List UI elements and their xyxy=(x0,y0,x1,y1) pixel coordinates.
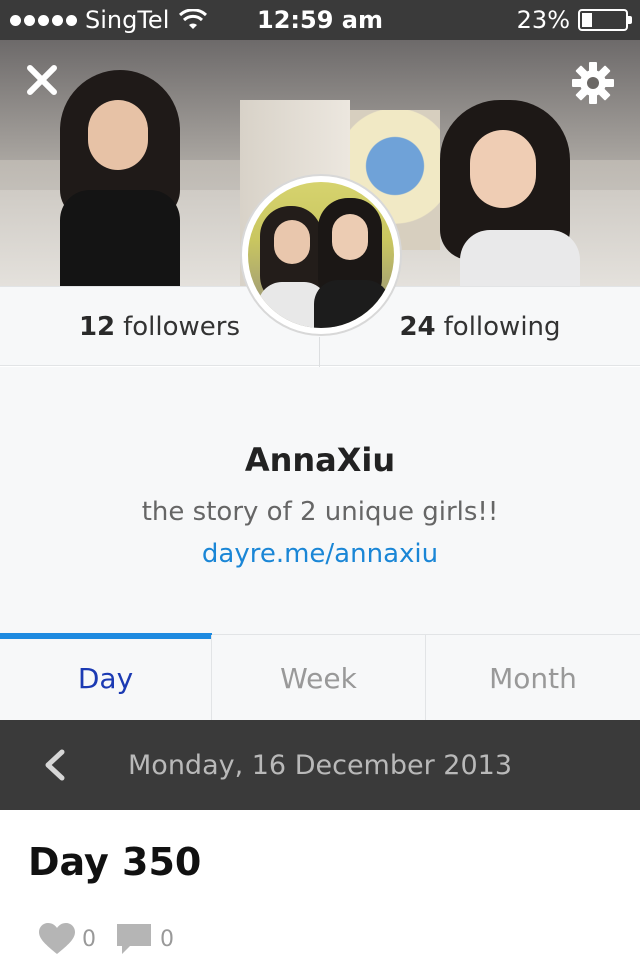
close-icon xyxy=(27,65,57,95)
battery-percent: 23% xyxy=(516,6,570,34)
bio: the story of 2 unique girls!! xyxy=(141,497,499,527)
tab-month[interactable]: Month xyxy=(426,635,640,721)
post-actions: 0 0 xyxy=(38,922,192,956)
post-title[interactable]: Day 350 xyxy=(28,840,201,884)
gear-icon xyxy=(572,62,614,104)
profile-link[interactable]: dayre.me/annaxiu xyxy=(0,539,640,569)
followers-label: followers xyxy=(123,312,241,342)
heart-icon xyxy=(39,923,75,954)
period-tabs: Day Week Month xyxy=(0,633,640,721)
following-count: 24 xyxy=(399,312,436,342)
like-button[interactable]: 0 xyxy=(38,922,96,956)
tab-day[interactable]: Day xyxy=(0,635,212,721)
comment-count: 0 xyxy=(160,926,174,952)
post-card: Day 350 0 0 xyxy=(0,810,640,960)
comment-button[interactable]: 0 xyxy=(114,922,174,956)
date-bar: Monday, 16 December 2013 xyxy=(0,720,640,810)
followers-count: 12 xyxy=(78,312,116,342)
following-label: following xyxy=(443,312,561,342)
like-count: 0 xyxy=(82,926,96,952)
battery-level-fill xyxy=(582,13,592,27)
battery-icon xyxy=(578,9,632,31)
username: AnnaXiu xyxy=(244,441,396,479)
profile-info: AnnaXiu the story of 2 unique girls!! da… xyxy=(0,367,640,635)
avatar[interactable] xyxy=(242,176,400,334)
status-bar: SingTel 12:59 am 23% xyxy=(0,0,640,40)
close-button[interactable] xyxy=(22,60,62,100)
avatar-photo xyxy=(248,182,394,328)
settings-button[interactable] xyxy=(570,60,616,106)
tab-week[interactable]: Week xyxy=(212,635,426,721)
status-right: 23% xyxy=(516,6,632,34)
current-date: Monday, 16 December 2013 xyxy=(128,750,512,781)
comment-icon xyxy=(117,924,151,954)
